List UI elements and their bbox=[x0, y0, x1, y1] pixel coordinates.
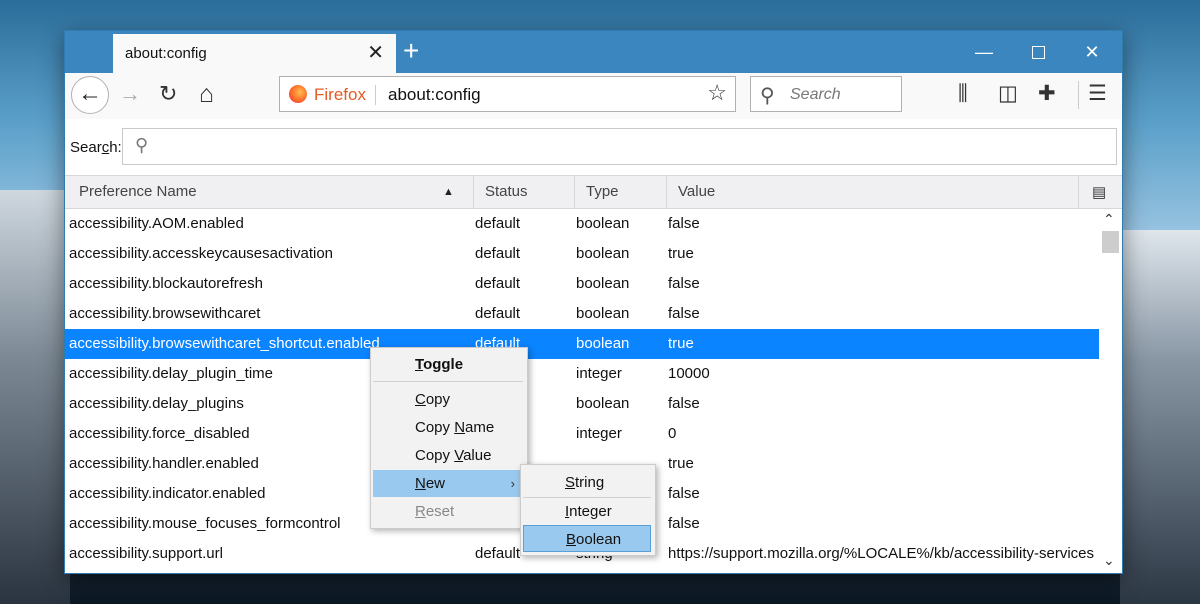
back-button[interactable]: ← bbox=[71, 76, 109, 114]
navigation-toolbar: ← → ↻ ⌂ Firefox about:config ☆ ⚲ Search … bbox=[65, 73, 1122, 120]
pref-name-cell: accessibility.browsewithcaret bbox=[69, 305, 261, 322]
pref-value-cell: false bbox=[668, 215, 700, 232]
tab-close-icon[interactable]: ✕ bbox=[367, 41, 384, 65]
column-picker-icon[interactable]: ▤ bbox=[1092, 183, 1106, 201]
menu-item-copy-value[interactable]: Copy Value bbox=[373, 442, 523, 469]
url-separator bbox=[375, 85, 376, 105]
pref-type-cell: boolean bbox=[576, 215, 630, 232]
search-bar[interactable]: ⚲ Search bbox=[750, 76, 902, 112]
pref-name-cell: accessibility.accesskeycausesactivation bbox=[69, 245, 334, 262]
scroll-down-icon[interactable]: ⌄ bbox=[1103, 552, 1115, 569]
extensions-icon[interactable]: ✚ bbox=[1038, 82, 1056, 106]
pref-status-cell: default bbox=[475, 275, 521, 292]
firefox-logo-icon bbox=[289, 85, 307, 103]
pref-value-cell: 0 bbox=[668, 425, 677, 442]
bookmark-star-icon[interactable]: ☆ bbox=[707, 80, 727, 106]
menu-item-reset: Reset bbox=[415, 503, 455, 520]
close-window-button[interactable]: ✕ bbox=[1077, 39, 1107, 65]
pref-type-cell: integer bbox=[576, 425, 622, 442]
search-icon: ⚲ bbox=[760, 85, 775, 107]
context-menu: Toggle Copy Copy Name Copy Value New › Re… bbox=[370, 347, 528, 529]
pref-value-cell: false bbox=[668, 515, 700, 532]
maximize-icon bbox=[1031, 46, 1045, 59]
firefox-window: about:config ✕ + — ✕ ← → ↻ ⌂ Firefox abo… bbox=[64, 30, 1123, 574]
table-row[interactable]: accessibility.blockautorefresh default boo… bbox=[65, 269, 1099, 299]
filter-input[interactable]: ⚲ bbox=[122, 128, 1117, 165]
forward-button[interactable]: → bbox=[119, 81, 141, 107]
column-header-preference-name[interactable]: Preference Name bbox=[65, 176, 473, 208]
tab-about-config[interactable]: about:config ✕ bbox=[113, 32, 396, 73]
title-bar: about:config ✕ + — ✕ bbox=[65, 31, 1122, 73]
table-row[interactable]: accessibility.delay_plugins boolean false bbox=[65, 389, 1099, 419]
scrollbar-thumb[interactable] bbox=[1102, 231, 1119, 253]
pref-value-cell: https://support.mozilla.org/%LOCALE%/kb/… bbox=[668, 545, 1094, 562]
search-placeholder: Search bbox=[790, 86, 841, 103]
pref-name-cell: accessibility.blockautorefresh bbox=[69, 275, 263, 292]
reload-button[interactable]: ↻ bbox=[159, 81, 177, 107]
sidebar-icon[interactable]: ◫ bbox=[998, 82, 1018, 106]
pref-value-cell: true bbox=[668, 455, 694, 472]
menu-item-copy[interactable]: Copy bbox=[373, 386, 523, 413]
pref-status-cell: default bbox=[475, 305, 521, 322]
menu-item-toggle[interactable]: Toggle bbox=[373, 351, 523, 378]
pref-type-cell: boolean bbox=[576, 395, 630, 412]
menu-item-new[interactable]: New › bbox=[373, 470, 523, 497]
url-bar[interactable]: Firefox about:config ☆ bbox=[279, 76, 736, 112]
filter-search-icon: ⚲ bbox=[135, 135, 149, 155]
url-text[interactable]: about:config bbox=[388, 85, 481, 105]
submenu-item-integer[interactable]: Integer bbox=[523, 498, 651, 525]
pref-type-cell: boolean bbox=[576, 245, 630, 262]
pref-value-cell: false bbox=[668, 275, 700, 292]
desktop-mountain-right bbox=[1120, 230, 1200, 604]
pref-value-cell: false bbox=[668, 395, 700, 412]
table-row[interactable]: accessibility.force_disabled integer 0 bbox=[65, 419, 1099, 449]
pref-value-cell: false bbox=[668, 485, 700, 502]
pref-type-cell: boolean bbox=[576, 275, 630, 292]
toolbar-separator bbox=[1078, 81, 1079, 109]
desktop-mountain-left bbox=[0, 190, 70, 604]
new-submenu: String Integer Boolean bbox=[520, 464, 656, 556]
table-row[interactable]: accessibility.browsewithcaret_shortcut.e… bbox=[65, 329, 1099, 359]
menu-separator bbox=[373, 381, 523, 382]
home-button[interactable]: ⌂ bbox=[199, 81, 214, 107]
pref-value-cell: true bbox=[668, 335, 694, 352]
pref-value-cell: 10000 bbox=[668, 365, 710, 382]
pref-type-cell: boolean bbox=[576, 335, 630, 352]
table-row[interactable]: accessibility.delay_plugin_time integer 10… bbox=[65, 359, 1099, 389]
library-icon[interactable]: ⫼ bbox=[958, 82, 968, 106]
identity-label: Firefox bbox=[314, 85, 366, 104]
table-row[interactable]: accessibility.accesskeycausesactivation d… bbox=[65, 239, 1099, 269]
scroll-up-icon[interactable]: ⌃ bbox=[1103, 211, 1115, 228]
column-header-type[interactable]: Type bbox=[574, 176, 666, 208]
table-header: Preference Name ▲ Status Type Value ▤ bbox=[65, 175, 1122, 209]
filter-label: Search: bbox=[70, 139, 122, 156]
table-row[interactable]: accessibility.browsewithcaret default bool… bbox=[65, 299, 1099, 329]
pref-type-cell: integer bbox=[576, 365, 622, 382]
column-header-status[interactable]: Status bbox=[473, 176, 574, 208]
new-tab-button[interactable]: + bbox=[403, 36, 419, 66]
maximize-button[interactable] bbox=[1023, 39, 1053, 65]
vertical-scrollbar[interactable]: ⌃ ⌄ bbox=[1099, 209, 1122, 573]
pref-type-cell: boolean bbox=[576, 305, 630, 322]
sort-ascending-icon: ▲ bbox=[443, 186, 454, 198]
hamburger-menu-icon[interactable]: ☰ bbox=[1088, 82, 1107, 106]
submenu-arrow-icon: › bbox=[510, 476, 515, 491]
column-header-value[interactable]: Value bbox=[666, 176, 1078, 208]
pref-name-cell: accessibility.AOM.enabled bbox=[69, 215, 244, 232]
pref-status-cell: default bbox=[475, 215, 521, 232]
tab-title: about:config bbox=[125, 45, 207, 62]
table-row[interactable]: accessibility.AOM.enabled default boolean f… bbox=[65, 209, 1099, 239]
minimize-button[interactable]: — bbox=[969, 39, 999, 65]
pref-value-cell: true bbox=[668, 245, 694, 262]
pref-value-cell: false bbox=[668, 305, 700, 322]
submenu-item-string[interactable]: String bbox=[523, 469, 651, 496]
pref-name-cell: accessibility.support.url bbox=[69, 545, 223, 562]
submenu-item-boolean[interactable]: Boolean bbox=[523, 525, 651, 552]
menu-item-copy-name[interactable]: Copy Name bbox=[373, 414, 523, 441]
pref-status-cell: default bbox=[475, 245, 521, 262]
